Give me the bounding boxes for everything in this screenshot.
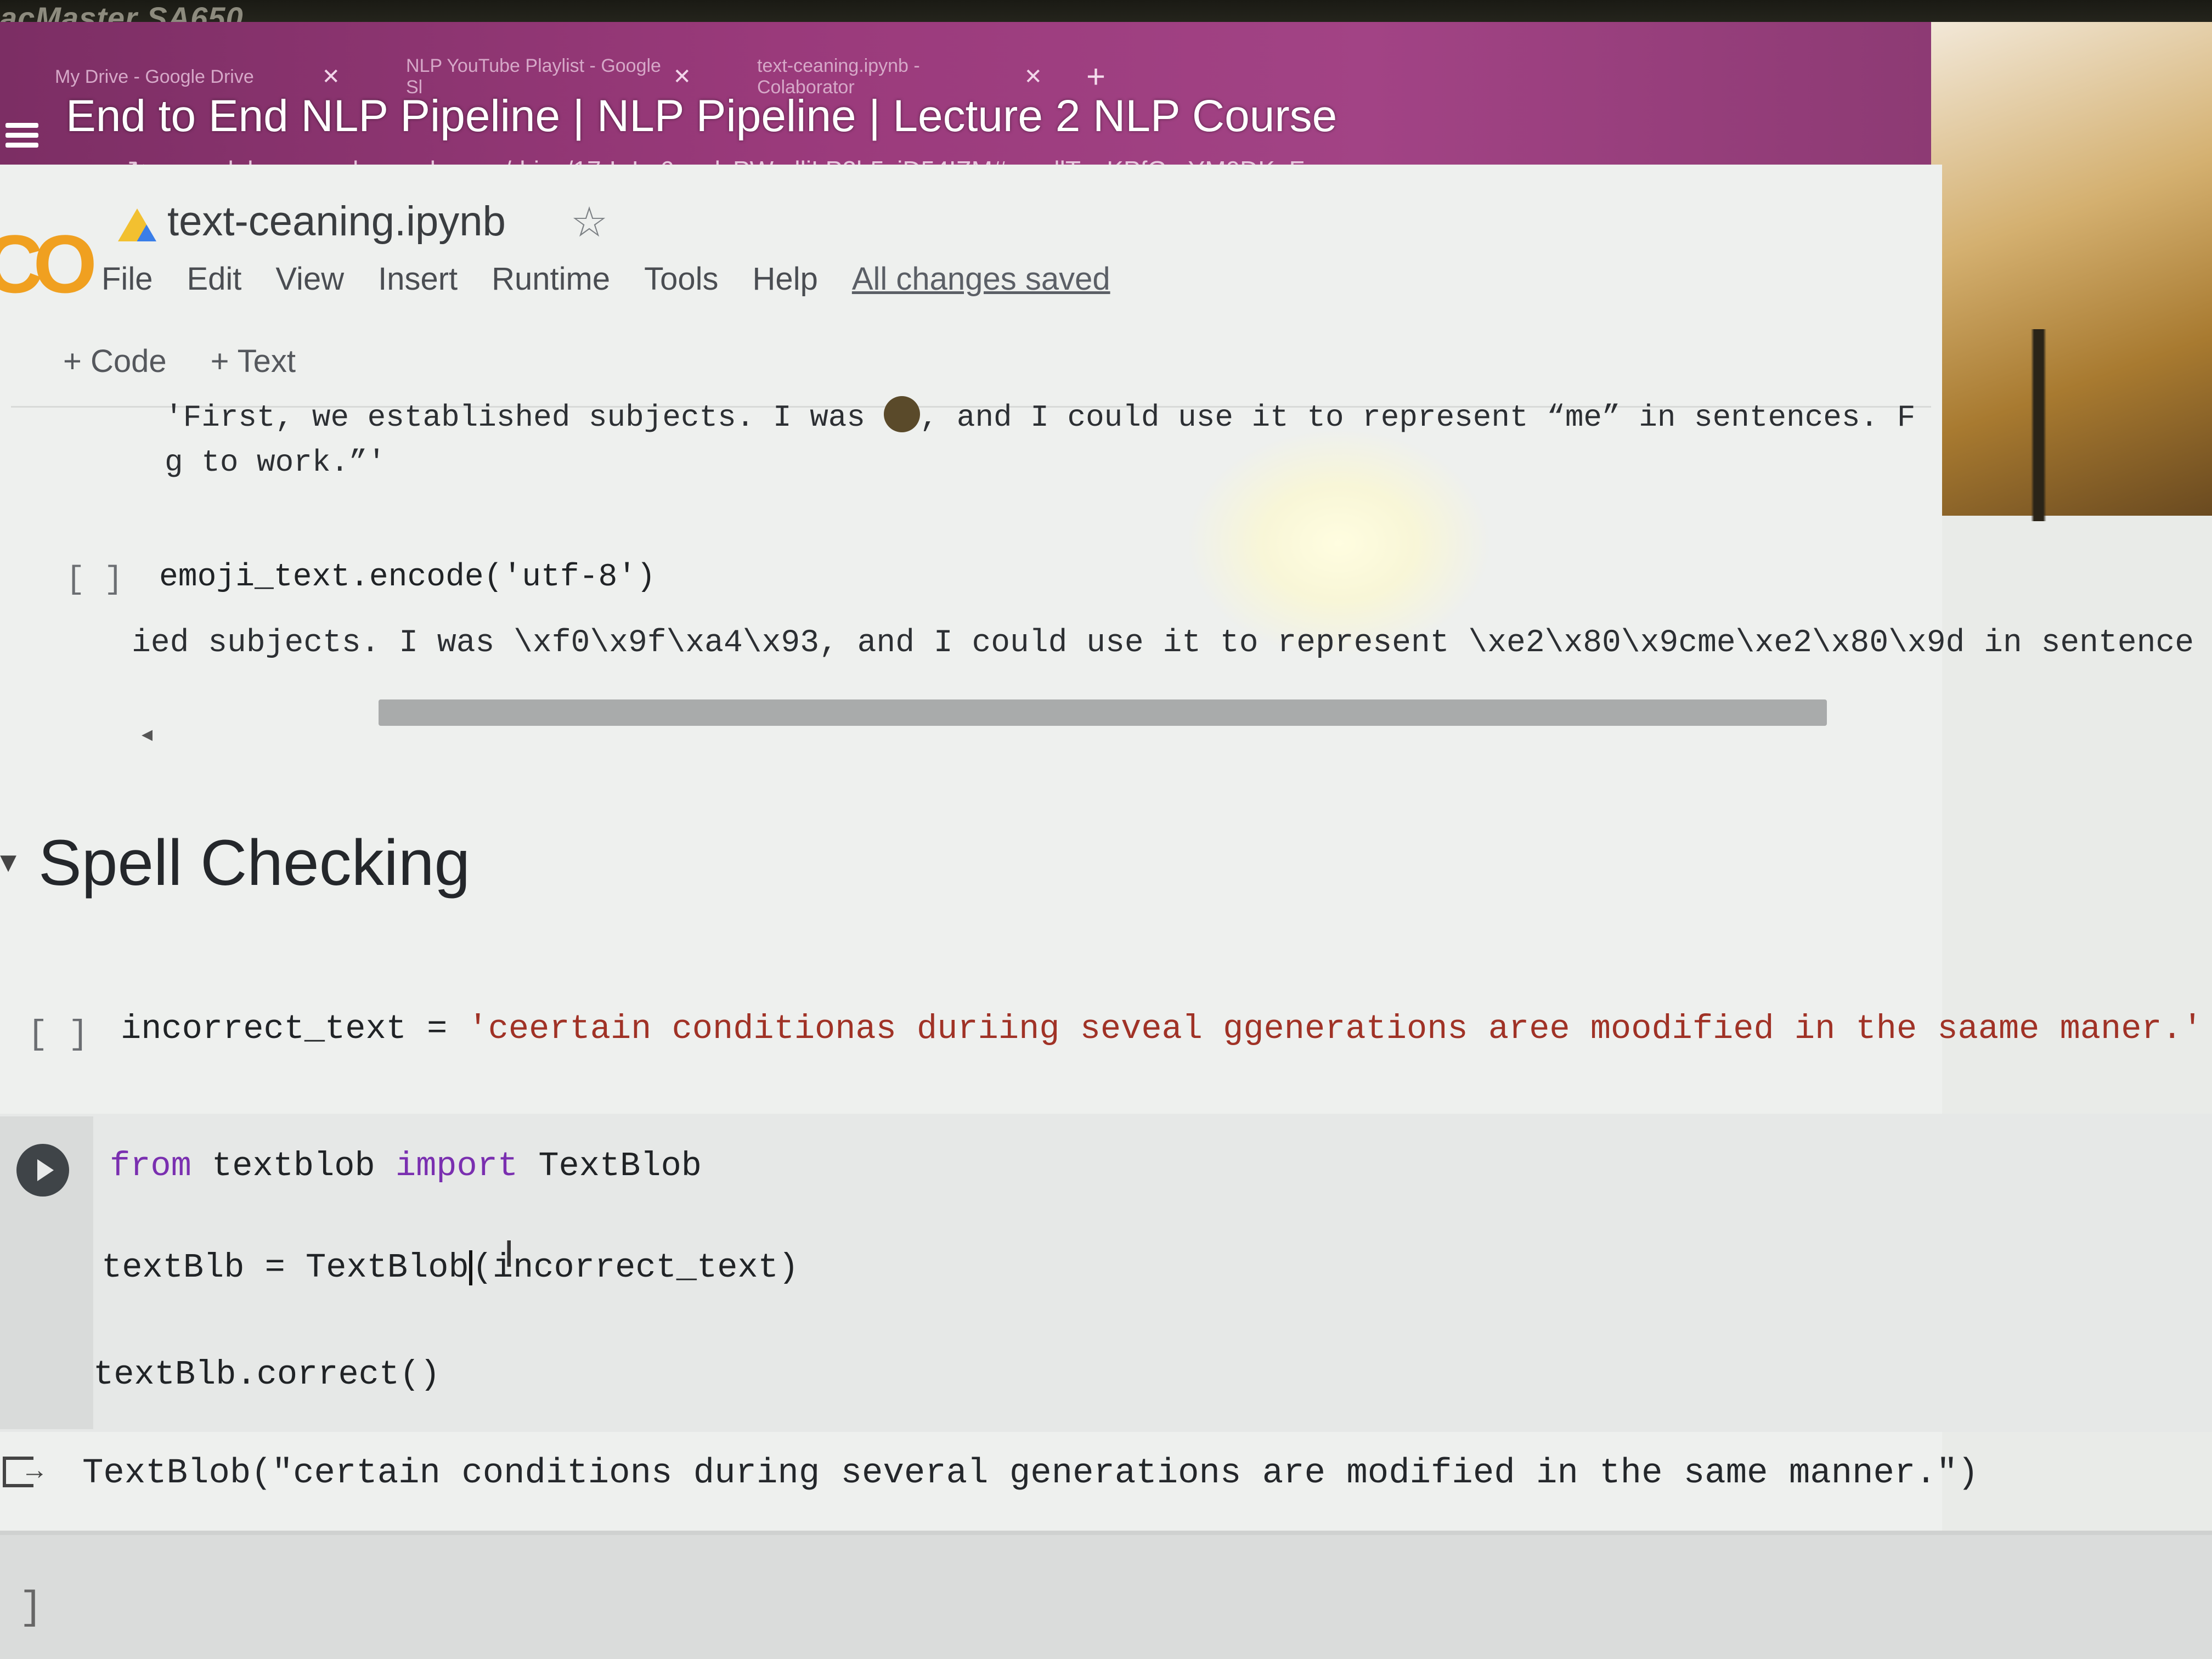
run-cell-button[interactable]	[16, 1144, 69, 1197]
output-arrow-icon: →	[21, 1454, 48, 1485]
menu-edit[interactable]: Edit	[187, 261, 241, 297]
code-name: TextBlob	[518, 1147, 702, 1186]
previous-output: 'First, we established subjects. I was ,…	[165, 395, 1915, 485]
output-line-part: g to work.”'	[165, 445, 386, 480]
nerd-face-emoji-icon	[883, 396, 920, 433]
close-icon[interactable]: ✕	[1024, 64, 1042, 89]
code-keyword: import	[395, 1147, 518, 1186]
colab-logo[interactable]: CO	[0, 217, 97, 312]
menu-file[interactable]: File	[101, 261, 153, 297]
tripod	[1970, 329, 2123, 521]
drive-icon[interactable]	[118, 208, 156, 241]
code-string: 'ceertain conditionas duriing seveal gge…	[467, 1009, 2203, 1048]
next-cell[interactable]	[0, 1535, 2212, 1659]
import-line[interactable]: from textblob import TextBlob	[110, 1147, 702, 1186]
code-keyword: from	[110, 1147, 191, 1186]
ibeam-cursor-icon: I	[504, 1232, 515, 1275]
output-line-part: , and I could use it to represent “me” i…	[919, 400, 1916, 435]
menu-insert[interactable]: Insert	[378, 261, 458, 297]
add-text-button[interactable]: + Text	[211, 343, 296, 380]
cell-divider	[0, 1531, 2212, 1535]
code-module: textblob	[191, 1147, 396, 1186]
incorrect-text-code[interactable]: incorrect_text = 'ceertain conditionas d…	[121, 1009, 2203, 1048]
screen-glare	[1185, 428, 1492, 658]
tab-label: My Drive - Google Drive	[55, 66, 254, 87]
textblob-assign-line[interactable]: textBlb = TextBlob(incorrect_text)	[101, 1248, 799, 1287]
code-part: textBlb = TextBlob	[101, 1248, 469, 1287]
cell-run-indicator[interactable]: [ ]	[27, 1015, 89, 1054]
add-code-button[interactable]: + Code	[63, 343, 167, 380]
code-variable: incorrect_text =	[121, 1009, 468, 1048]
close-icon[interactable]: ✕	[673, 64, 691, 89]
save-status-link[interactable]: All changes saved	[852, 261, 1110, 297]
next-cell-bracket: ]	[19, 1585, 43, 1630]
browser-titlebar: My Drive - Google Drive ✕ NLP YouTube Pl…	[0, 22, 1953, 187]
close-icon[interactable]: ✕	[321, 64, 340, 89]
encode-code[interactable]: emoji_text.encode('utf-8')	[159, 560, 656, 595]
cell-run-indicator[interactable]: [ ]	[66, 562, 123, 598]
scroll-left-icon[interactable]: ◂	[142, 721, 153, 747]
section-heading: Spell Checking	[38, 827, 471, 899]
video-title: End to End NLP Pipeline | NLP Pipeline |…	[66, 91, 1338, 141]
menu-bar: File Edit View Insert Runtime Tools Help…	[101, 261, 1110, 297]
correct-call-line[interactable]: textBlb.correct()	[93, 1355, 441, 1394]
cell-output-result: TextBlob("certain conditions during seve…	[82, 1454, 1979, 1493]
menu-runtime[interactable]: Runtime	[492, 261, 610, 297]
cell-toolbar: + Code + Text	[63, 343, 296, 380]
menu-help[interactable]: Help	[753, 261, 818, 297]
colab-page: CO text-ceaning.ipynb ☆ File Edit View I…	[0, 165, 1942, 1659]
menu-tools[interactable]: Tools	[644, 261, 718, 297]
output-line-part: 'First, we established subjects. I was	[165, 400, 866, 435]
menu-icon[interactable]	[5, 118, 38, 153]
section-collapse-icon[interactable]: ▾	[0, 842, 16, 881]
menu-view[interactable]: View	[275, 261, 344, 297]
star-icon[interactable]: ☆	[571, 198, 608, 246]
horizontal-scrollbar[interactable]	[379, 699, 1827, 726]
encode-output: ied subjects. I was \xf0\x9f\xa4\x93, an…	[132, 625, 2194, 661]
notebook-name[interactable]: text-ceaning.ipynb	[167, 198, 506, 245]
code-part: (incorrect_text)	[472, 1248, 799, 1287]
